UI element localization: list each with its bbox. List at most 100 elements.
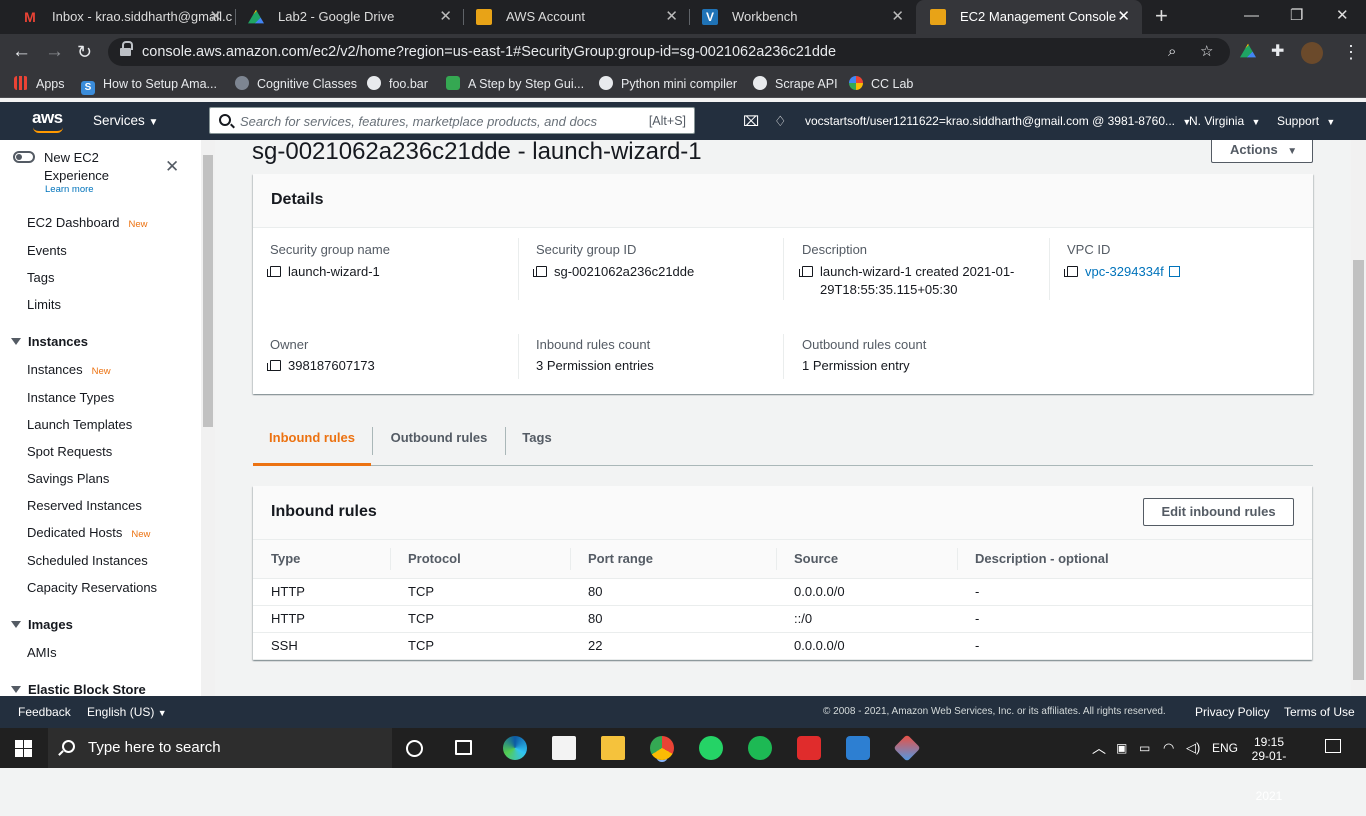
- close-tab-icon[interactable]: ✕: [665, 0, 678, 34]
- column-header-protocol[interactable]: Protocol: [390, 540, 570, 579]
- forward-arrow-icon[interactable]: →: [45, 34, 64, 70]
- copy-icon[interactable]: [1064, 266, 1078, 277]
- tab-ec2-console[interactable]: EC2 Management Console ✕: [916, 0, 1142, 34]
- sidebar-item-spot-requests[interactable]: Spot Requests: [27, 444, 112, 459]
- new-experience-toggle[interactable]: [13, 151, 35, 163]
- section-instances[interactable]: Instances: [28, 334, 88, 349]
- acrobat-icon[interactable]: [797, 736, 821, 760]
- chrome-menu-icon[interactable]: ⋮: [1342, 34, 1360, 70]
- address-bar[interactable]: console.aws.amazon.com/ec2/v2/home?regio…: [108, 38, 1230, 66]
- caret-down-icon[interactable]: [11, 686, 21, 693]
- actions-button[interactable]: Actions ▼: [1211, 140, 1313, 163]
- battery-icon[interactable]: ▭: [1139, 728, 1150, 768]
- new-tab-icon[interactable]: +: [1155, 0, 1168, 32]
- maximize-icon[interactable]: ❐: [1290, 0, 1303, 32]
- bookmark-step-guide[interactable]: A Step by Step Gui...: [446, 70, 584, 98]
- extensions-puzzle-icon[interactable]: ✚: [1271, 34, 1284, 70]
- sidebar-item-events[interactable]: Events: [27, 243, 67, 258]
- copy-icon[interactable]: [267, 266, 281, 277]
- sidebar-item-reserved-instances[interactable]: Reserved Instances: [27, 498, 142, 513]
- support-menu[interactable]: Support ▼: [1277, 102, 1335, 141]
- wifi-icon[interactable]: ◠: [1163, 728, 1174, 768]
- back-arrow-icon[interactable]: ←: [12, 34, 31, 70]
- sidebar-item-instance-types[interactable]: Instance Types: [27, 390, 114, 405]
- bookmark-python[interactable]: Python mini compiler: [599, 70, 737, 98]
- bookmark-cognitive[interactable]: Cognitive Classes: [235, 70, 357, 98]
- edit-inbound-rules-button[interactable]: Edit inbound rules: [1143, 498, 1294, 526]
- reload-icon[interactable]: ↻: [77, 34, 92, 70]
- column-header-source[interactable]: Source: [776, 540, 957, 579]
- windows-start-icon[interactable]: [15, 740, 32, 757]
- sidebar-item-capacity-reservations[interactable]: Capacity Reservations: [27, 580, 157, 595]
- sidebar-item-launch-templates[interactable]: Launch Templates: [27, 417, 132, 432]
- bookmark-cclab[interactable]: CC Lab: [849, 70, 913, 98]
- tab-inbox[interactable]: M Inbox - krao.siddharth@gmail.c ✕: [8, 0, 234, 34]
- sidebar-item-limits[interactable]: Limits: [27, 297, 61, 312]
- language-selector[interactable]: English (US) ▼: [87, 696, 167, 729]
- photos-icon[interactable]: [846, 736, 870, 760]
- edge-icon[interactable]: [503, 736, 527, 760]
- caret-down-icon[interactable]: [11, 338, 21, 345]
- scrollbar-thumb[interactable]: [1353, 260, 1364, 680]
- chrome-icon[interactable]: [650, 736, 674, 760]
- bookmark-aws-setup[interactable]: S How to Setup Ama...: [81, 70, 217, 98]
- bookmark-star-icon[interactable]: ☆: [1200, 38, 1213, 66]
- notifications-icon[interactable]: [1325, 739, 1341, 753]
- profile-avatar[interactable]: [1301, 42, 1323, 64]
- sidebar-scrollbar[interactable]: [201, 140, 215, 696]
- terms-of-use-link[interactable]: Terms of Use: [1284, 696, 1355, 728]
- main-scrollbar[interactable]: [1351, 140, 1366, 696]
- aws-search-input[interactable]: [240, 111, 640, 131]
- file-explorer-icon[interactable]: [601, 736, 625, 760]
- copy-icon[interactable]: [799, 266, 813, 277]
- caret-down-icon[interactable]: [11, 621, 21, 628]
- url-text[interactable]: console.aws.amazon.com/ec2/v2/home?regio…: [142, 38, 836, 66]
- close-window-icon[interactable]: ✕: [1336, 0, 1349, 32]
- tray-device-icon[interactable]: ▣: [1116, 728, 1127, 768]
- sidebar-item-ec2-dashboard[interactable]: EC2 Dashboard New: [27, 215, 148, 230]
- close-icon[interactable]: ✕: [165, 157, 179, 177]
- drive-extension-icon[interactable]: [1240, 43, 1256, 58]
- tab-aws-account[interactable]: AWS Account ✕: [462, 0, 690, 34]
- bookmark-apps[interactable]: Apps: [14, 70, 65, 98]
- section-elastic-block-store[interactable]: Elastic Block Store: [28, 682, 146, 696]
- task-view-icon[interactable]: [455, 740, 472, 755]
- close-tab-icon[interactable]: ✕: [439, 0, 452, 34]
- learn-more-link[interactable]: Learn more: [45, 184, 94, 195]
- aws-search-box[interactable]: [Alt+S]: [209, 107, 695, 134]
- bell-icon[interactable]: ♢: [774, 102, 787, 140]
- copy-icon[interactable]: [267, 360, 281, 371]
- sidebar-item-tags[interactable]: Tags: [27, 270, 54, 285]
- sidebar-item-scheduled-instances[interactable]: Scheduled Instances: [27, 553, 148, 568]
- services-menu[interactable]: Services ▼: [93, 102, 158, 142]
- sidebar-item-savings-plans[interactable]: Savings Plans: [27, 471, 109, 486]
- section-images[interactable]: Images: [28, 617, 73, 632]
- zoom-icon[interactable]: ⌕: [1168, 38, 1176, 66]
- tab-inbound-rules[interactable]: Inbound rules: [253, 423, 371, 466]
- close-tab-icon[interactable]: ✕: [1117, 0, 1130, 34]
- scrollbar-thumb[interactable]: [203, 155, 213, 427]
- sidebar-item-dedicated-hosts[interactable]: Dedicated Hosts New: [27, 525, 150, 540]
- cloudshell-icon[interactable]: ⌧: [743, 102, 759, 140]
- minimize-icon[interactable]: —: [1244, 0, 1259, 32]
- tab-workbench[interactable]: V Workbench ✕: [688, 0, 916, 34]
- sidebar-item-instances[interactable]: Instances New: [27, 362, 111, 377]
- clock-date[interactable]: 29-01-2021: [1239, 736, 1299, 816]
- language-indicator[interactable]: ENG: [1212, 728, 1238, 768]
- store-icon[interactable]: [552, 736, 576, 760]
- cortana-icon[interactable]: [406, 740, 423, 757]
- bookmark-foobar[interactable]: foo.bar: [367, 70, 428, 98]
- tab-google-drive[interactable]: Lab2 - Google Drive ✕: [234, 0, 464, 34]
- bookmark-scrape[interactable]: Scrape API: [753, 70, 838, 98]
- feedback-link[interactable]: Feedback: [18, 696, 71, 728]
- volume-icon[interactable]: ◁): [1186, 728, 1200, 768]
- whatsapp-icon[interactable]: [699, 736, 723, 760]
- spotify-icon[interactable]: [748, 736, 772, 760]
- account-menu[interactable]: vocstartsoft/user1211622=krao.siddharth@…: [805, 102, 1191, 141]
- taskbar-search[interactable]: Type here to search: [48, 728, 392, 768]
- sidebar-item-amis[interactable]: AMIs: [27, 645, 57, 660]
- column-header-description[interactable]: Description - optional: [957, 540, 1312, 579]
- close-tab-icon[interactable]: ✕: [209, 0, 222, 34]
- column-header-type[interactable]: Type: [253, 540, 390, 579]
- tray-chevron-icon[interactable]: ︿: [1092, 728, 1106, 768]
